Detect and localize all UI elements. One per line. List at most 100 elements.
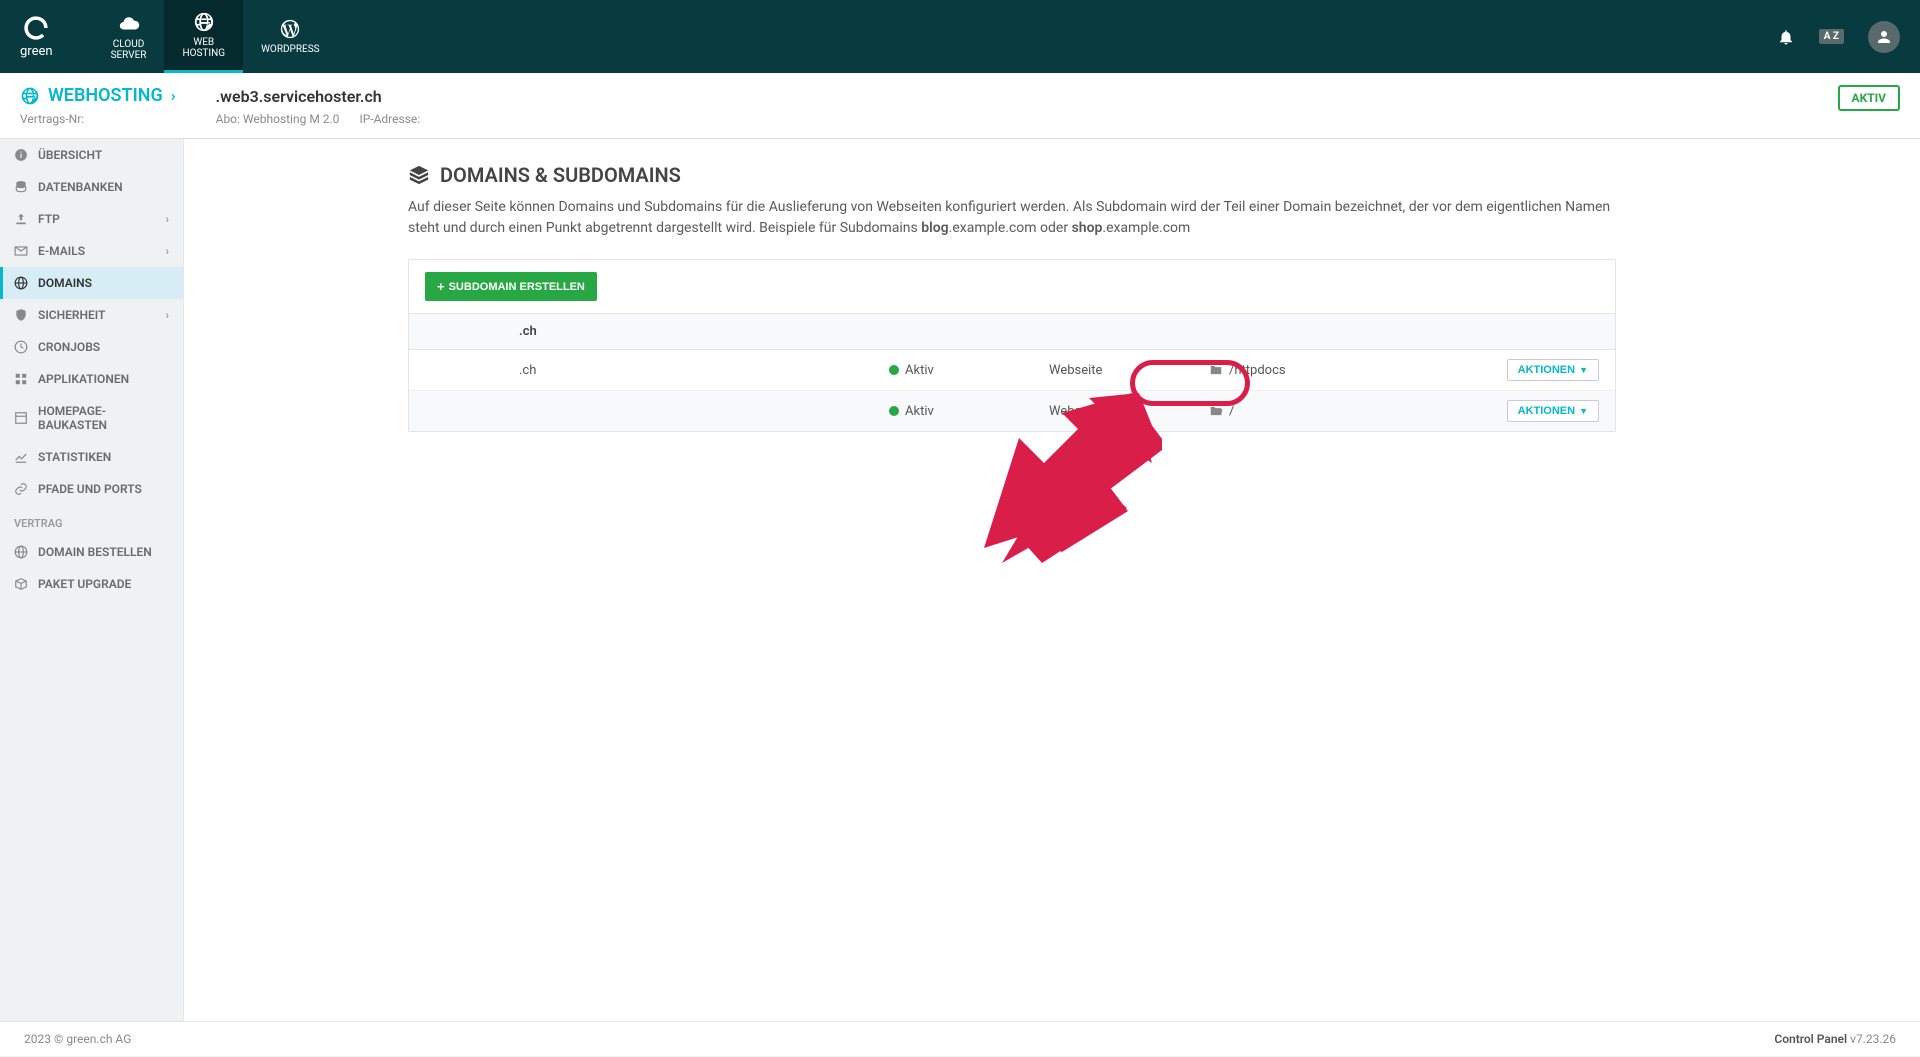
layers-icon <box>408 164 430 186</box>
domain-group-header: .ch <box>409 314 1615 350</box>
folder-open-icon <box>1209 404 1223 418</box>
sidebar-item-label: APPLIKATIONEN <box>38 372 129 386</box>
sidebar-item-applications[interactable]: APPLIKATIONEN <box>0 363 183 395</box>
abo-value: Webhosting M 2.0 <box>243 112 340 126</box>
sidebar-item-label: E-MAILS <box>38 244 85 258</box>
sidebar-item-label: SICHERHEIT <box>38 308 105 322</box>
domains-panel: + SUBDOMAIN ERSTELLEN .ch .ch Aktiv Webs… <box>408 259 1616 432</box>
page-description: Auf dieser Seite können Domains und Subd… <box>408 197 1616 239</box>
globe-icon <box>193 11 215 33</box>
nav-web-hosting[interactable]: WEB HOSTING <box>164 0 243 73</box>
main-content: DOMAINS & SUBDOMAINS Auf dieser Seite kö… <box>184 139 1920 1021</box>
chart-icon <box>14 450 28 464</box>
nav-label-l1: CLOUD <box>113 39 145 50</box>
page-title: DOMAINS & SUBDOMAINS <box>408 163 1616 187</box>
actions-button[interactable]: AKTIONEN ▼ <box>1507 400 1599 422</box>
nav-label-l1: WORDPRESS <box>261 44 320 55</box>
globe-icon <box>14 276 28 290</box>
actions-button[interactable]: AKTIONEN ▼ <box>1507 359 1599 381</box>
sidebar-item-cronjobs[interactable]: CRONJOBS <box>0 331 183 363</box>
sidebar-item-statistics[interactable]: STATISTIKEN <box>0 441 183 473</box>
nav-label-l1: WEB <box>193 37 214 48</box>
nav-label-l2: HOSTING <box>182 48 225 59</box>
sidebar-item-label: PFADE UND PORTS <box>38 482 142 496</box>
footer: 2023 © green.ch AG Control Panel v7.23.2… <box>0 1021 1920 1056</box>
panel-header: + SUBDOMAIN ERSTELLEN <box>409 260 1615 314</box>
shield-icon <box>14 308 28 322</box>
cloud-icon <box>118 13 140 35</box>
sidebar-item-domain-order[interactable]: DOMAIN BESTELLEN <box>0 536 183 568</box>
brand-name: green <box>20 44 53 59</box>
top-nav: green CLOUD SERVER WEB HOSTING WORDPRESS… <box>0 0 1920 73</box>
domain-row: Aktiv Webseite / AKTIONEN ▼ <box>409 391 1615 431</box>
chevron-right-icon: › <box>165 308 169 322</box>
database-icon <box>14 180 28 194</box>
caret-down-icon: ▼ <box>1579 406 1588 416</box>
sidebar-item-security[interactable]: SICHERHEIT › <box>0 299 183 331</box>
sidebar-item-label: DOMAINS <box>38 276 92 290</box>
sidebar: ÜBERSICHT DATENBANKEN FTP › E-MAILS › DO… <box>0 139 184 1021</box>
sidebar-item-label: DATENBANKEN <box>38 180 123 194</box>
language-switcher[interactable]: A Z <box>1819 29 1844 44</box>
sidebar-item-paths-ports[interactable]: PFADE UND PORTS <box>0 473 183 505</box>
sidebar-item-label: PAKET UPGRADE <box>38 577 131 591</box>
nav-label-l2: SERVER <box>111 50 147 61</box>
status-badge: AKTIV <box>1838 85 1900 111</box>
sidebar-item-overview[interactable]: ÜBERSICHT <box>0 139 183 171</box>
nav-wordpress[interactable]: WORDPRESS <box>243 0 338 73</box>
sidebar-item-label: ÜBERSICHT <box>38 148 102 162</box>
sidebar-item-label: CRONJOBS <box>38 340 100 354</box>
status-dot-icon <box>889 365 899 375</box>
sidebar-item-homepage-builder[interactable]: HOMEPAGE-BAUKASTEN <box>0 395 183 441</box>
domain-row: .ch Aktiv Webseite /httpdocs AKTIONEN ▼ <box>409 350 1615 391</box>
footer-cp-version: v7.23.26 <box>1850 1032 1896 1046</box>
footer-cp-label: Control Panel <box>1774 1032 1847 1046</box>
globe-icon <box>20 86 40 106</box>
sidebar-item-label: DOMAIN BESTELLEN <box>38 545 152 559</box>
footer-copyright: 2023 © green.ch AG <box>24 1032 131 1046</box>
plus-icon: + <box>437 279 445 294</box>
globe-icon <box>14 545 28 559</box>
chevron-right-icon: › <box>171 86 176 105</box>
info-icon <box>14 148 28 162</box>
status-dot-icon <box>889 406 899 416</box>
bell-icon[interactable] <box>1777 28 1795 46</box>
user-avatar[interactable] <box>1868 21 1900 53</box>
user-icon <box>1875 28 1893 46</box>
chevron-right-icon: › <box>165 212 169 226</box>
caret-down-icon: ▼ <box>1579 365 1588 375</box>
sidebar-item-label: STATISTIKEN <box>38 450 111 464</box>
domain-type: Webseite <box>1049 404 1209 419</box>
domain-name: .ch <box>519 363 889 378</box>
breadcrumb[interactable]: WEBHOSTING › <box>20 85 176 106</box>
sidebar-item-emails[interactable]: E-MAILS › <box>0 235 183 267</box>
brand-logo[interactable]: green <box>20 14 53 59</box>
contract-label: Vertrags-Nr: <box>20 112 84 126</box>
chevron-right-icon: › <box>165 244 169 258</box>
sidebar-item-label: HOMEPAGE-BAUKASTEN <box>38 404 169 432</box>
sidebar-item-label: FTP <box>38 212 60 226</box>
sidebar-item-domains[interactable]: DOMAINS <box>0 267 183 299</box>
folder-icon <box>1209 363 1223 377</box>
upload-icon <box>14 212 28 226</box>
breadcrumb-title: WEBHOSTING <box>48 85 163 106</box>
create-subdomain-button[interactable]: + SUBDOMAIN ERSTELLEN <box>425 272 597 301</box>
domain-path: /httpdocs <box>1229 363 1286 378</box>
box-icon <box>14 577 28 591</box>
wordpress-icon <box>279 18 301 40</box>
abo-label: Abo: <box>216 112 240 126</box>
sidebar-item-databases[interactable]: DATENBANKEN <box>0 171 183 203</box>
domain-status: Aktiv <box>905 363 934 378</box>
top-nav-right: A Z <box>1777 21 1900 53</box>
domain-type: Webseite <box>1049 363 1209 378</box>
apps-icon <box>14 372 28 386</box>
sidebar-item-package-upgrade[interactable]: PAKET UPGRADE <box>0 568 183 600</box>
sidebar-section-contract: VERTRAG <box>0 505 183 536</box>
clock-icon <box>14 340 28 354</box>
domain-path: / <box>1229 404 1234 419</box>
mail-icon <box>14 244 28 258</box>
nav-cloud-server[interactable]: CLOUD SERVER <box>93 0 165 73</box>
ip-label: IP-Adresse: <box>359 112 420 126</box>
sidebar-item-ftp[interactable]: FTP › <box>0 203 183 235</box>
brand-icon <box>22 14 50 42</box>
